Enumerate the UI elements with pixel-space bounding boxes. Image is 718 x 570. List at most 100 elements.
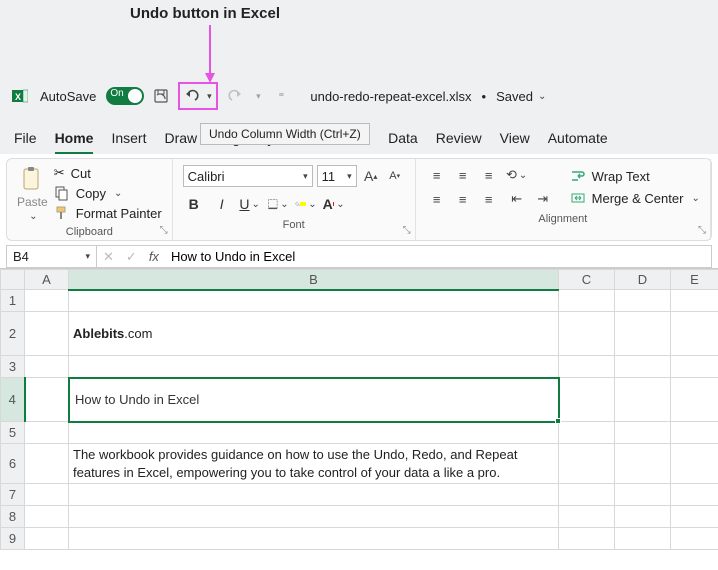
selection-handle[interactable] — [555, 418, 561, 424]
spreadsheet-grid[interactable]: A B C D E 1 2 Ablebits.com 3 4 How to Un… — [0, 268, 718, 550]
cell[interactable] — [69, 528, 559, 550]
save-icon[interactable] — [150, 85, 172, 107]
cell[interactable] — [559, 528, 615, 550]
dialog-launcher-icon[interactable]: ⤡ — [698, 225, 706, 236]
cell[interactable] — [25, 484, 69, 506]
tab-review[interactable]: Review — [436, 130, 482, 154]
bold-button[interactable]: B — [183, 193, 205, 215]
tab-draw[interactable]: Draw — [164, 130, 197, 154]
cell[interactable] — [25, 528, 69, 550]
cell[interactable] — [671, 484, 718, 506]
cell[interactable] — [671, 528, 718, 550]
cell[interactable] — [25, 422, 69, 444]
tab-insert[interactable]: Insert — [111, 130, 146, 154]
merge-center-button[interactable]: Merge & Center ⌄ — [570, 190, 700, 206]
wrap-text-button[interactable]: Wrap Text — [570, 168, 700, 184]
cell[interactable] — [69, 290, 559, 312]
cell[interactable] — [615, 444, 671, 484]
cancel-formula-button[interactable]: ✕ — [97, 249, 120, 265]
col-header-b[interactable]: B — [69, 270, 559, 290]
row-header-1[interactable]: 1 — [1, 290, 25, 312]
cell[interactable] — [25, 444, 69, 484]
format-painter-button[interactable]: Format Painter — [54, 205, 162, 221]
align-middle-button[interactable]: ≡ — [452, 165, 474, 185]
cell-body[interactable]: The workbook provides guidance on how to… — [69, 444, 559, 484]
decrease-font-button[interactable]: A▾ — [385, 166, 405, 186]
copy-button[interactable]: Copy ⌄ — [54, 185, 162, 201]
save-status[interactable]: Saved ⌄ — [496, 89, 546, 104]
cell[interactable] — [559, 506, 615, 528]
formula-input[interactable] — [165, 246, 711, 267]
tab-automate[interactable]: Automate — [548, 130, 608, 154]
col-header-e[interactable]: E — [671, 270, 718, 290]
cell[interactable] — [559, 290, 615, 312]
italic-button[interactable]: I — [211, 193, 233, 215]
borders-button[interactable]: ⌄ — [267, 193, 289, 215]
cell-b4-selected[interactable]: How to Undo in Excel — [69, 378, 559, 422]
cell[interactable] — [615, 290, 671, 312]
cell[interactable] — [25, 378, 69, 422]
qat-customize[interactable]: ⁼ — [270, 85, 292, 107]
autosave-toggle[interactable]: On — [106, 87, 144, 105]
redo-dropdown[interactable]: ▾ — [252, 85, 264, 107]
cut-button[interactable]: ✂ Cut — [54, 165, 162, 181]
cell[interactable] — [615, 378, 671, 422]
dialog-launcher-icon[interactable]: ⤡ — [160, 225, 168, 236]
tab-file[interactable]: File — [14, 130, 37, 154]
align-right-button[interactable]: ≡ — [478, 189, 500, 209]
row-header-2[interactable]: 2 — [1, 312, 25, 356]
cell[interactable] — [25, 312, 69, 356]
cell[interactable] — [25, 290, 69, 312]
redo-button[interactable] — [224, 85, 246, 107]
cell[interactable] — [615, 528, 671, 550]
col-header-c[interactable]: C — [559, 270, 615, 290]
row-header-8[interactable]: 8 — [1, 506, 25, 528]
cell-logo[interactable]: Ablebits.com — [69, 312, 559, 356]
cell[interactable] — [671, 290, 718, 312]
cell[interactable] — [671, 378, 718, 422]
fill-color-button[interactable]: ⌄ — [295, 193, 317, 215]
underline-button[interactable]: U⌄ — [239, 193, 261, 215]
dialog-launcher-icon[interactable]: ⤡ — [403, 225, 411, 236]
decrease-indent-button[interactable]: ⇤ — [506, 189, 528, 209]
cell[interactable] — [559, 484, 615, 506]
undo-button[interactable] — [181, 85, 203, 107]
align-left-button[interactable]: ≡ — [426, 189, 448, 209]
tab-data[interactable]: Data — [388, 130, 418, 154]
tab-home[interactable]: Home — [55, 130, 94, 154]
cell[interactable] — [615, 484, 671, 506]
row-header-6[interactable]: 6 — [1, 444, 25, 484]
align-center-button[interactable]: ≡ — [452, 189, 474, 209]
cell[interactable] — [671, 356, 718, 378]
col-header-a[interactable]: A — [25, 270, 69, 290]
cell[interactable] — [25, 506, 69, 528]
cell[interactable] — [671, 506, 718, 528]
tab-view[interactable]: View — [500, 130, 530, 154]
name-box[interactable]: B4▾ — [7, 246, 97, 267]
font-size-combo[interactable]: 11▾ — [317, 165, 357, 187]
font-color-button[interactable]: A⌄ — [323, 193, 345, 215]
row-header-9[interactable]: 9 — [1, 528, 25, 550]
cell[interactable] — [25, 356, 69, 378]
cell[interactable] — [615, 356, 671, 378]
enter-formula-button[interactable]: ✓ — [120, 249, 143, 265]
cell[interactable] — [559, 444, 615, 484]
cell[interactable] — [69, 422, 559, 444]
increase-indent-button[interactable]: ⇥ — [532, 189, 554, 209]
paste-button[interactable]: Paste ⌄ — [17, 165, 48, 222]
select-all-corner[interactable] — [1, 270, 25, 290]
align-bottom-button[interactable]: ≡ — [478, 165, 500, 185]
cell[interactable] — [559, 422, 615, 444]
col-header-d[interactable]: D — [615, 270, 671, 290]
cell[interactable] — [671, 422, 718, 444]
cell[interactable] — [559, 356, 615, 378]
orientation-button[interactable]: ⟲⌄ — [506, 165, 528, 185]
increase-font-button[interactable]: A▴ — [361, 166, 381, 186]
cell[interactable] — [559, 378, 615, 422]
cell[interactable] — [615, 312, 671, 356]
cell[interactable] — [671, 312, 718, 356]
font-name-combo[interactable]: Calibri▾ — [183, 165, 313, 187]
cell[interactable] — [559, 312, 615, 356]
fx-icon[interactable]: fx — [143, 249, 165, 264]
row-header-5[interactable]: 5 — [1, 422, 25, 444]
